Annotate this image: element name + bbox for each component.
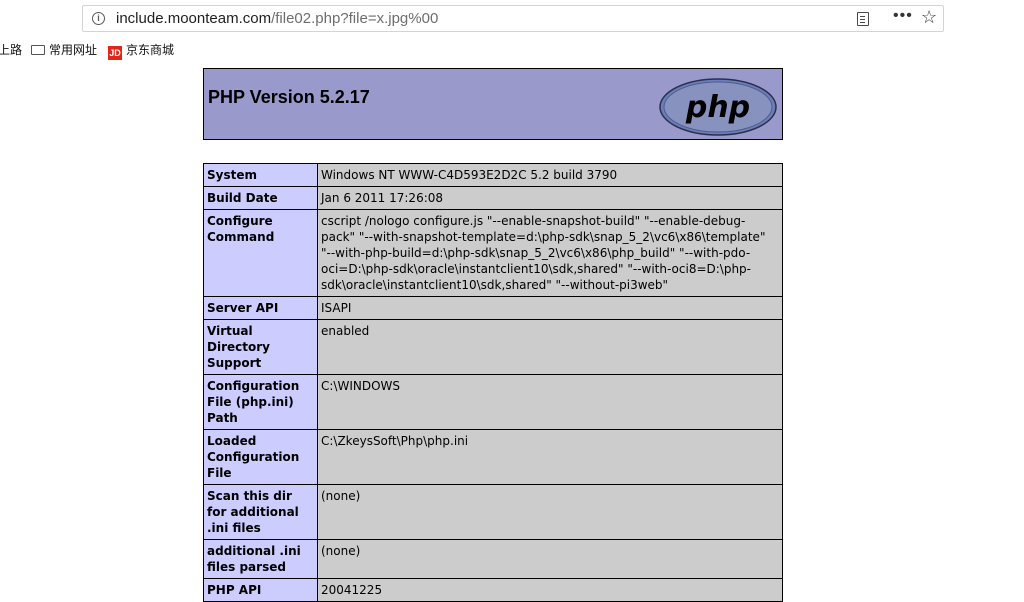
reader-view-icon[interactable] [857,12,869,26]
table-row: Configure Command cscript /nologo configu… [203,209,783,297]
row-key: System [203,163,318,187]
row-value: enabled [317,319,783,375]
url-host: include.moonteam.com [116,10,272,27]
row-value: Windows NT WWW-C4D593E2D2C 5.2 build 379… [317,163,783,187]
row-key: Virtual Directory Support [203,319,318,375]
row-value: C:\WINDOWS [317,374,783,430]
table-row: Virtual Directory Support enabled [203,319,783,375]
table-row: Server API ISAPI [203,296,783,320]
table-row: Loaded Configuration File C:\ZkeysSoft\Ph… [203,429,783,485]
url-path: /file02.php?file=x.jpg%00 [271,10,439,27]
php-logo-text: php [685,90,750,125]
jd-icon: JD [108,46,122,60]
bookmark-label: 常用网址 [49,43,98,57]
bookmarks-bar: 上路 常用网址 JD 京东商城 [0,37,1024,61]
row-value: cscript /nologo configure.js "--enable-s… [317,209,783,297]
row-value: 20041225 [317,578,783,602]
row-value: C:\ZkeysSoft\Php\php.ini [317,429,783,485]
row-key: Configuration File (php.ini) Path [203,374,318,430]
row-key: Loaded Configuration File [203,429,318,485]
bookmark-item[interactable]: JD 京东商城 [108,41,174,60]
table-row: System Windows NT WWW-C4D593E2D2C 5.2 bui… [203,163,783,187]
row-value: (none) [317,484,783,540]
table-row: Scan this dir for additional .ini files(… [203,484,783,540]
bookmark-item[interactable]: 上路 [0,41,22,58]
table-row: Configuration File (php.ini) Path C:\WIND… [203,374,783,430]
phpinfo-table: System Windows NT WWW-C4D593E2D2C 5.2 bui… [203,163,783,602]
url-text[interactable]: include.moonteam.com/file02.php?file=x.j… [116,10,438,27]
bookmark-label: 京东商城 [126,43,175,57]
row-key: additional .ini files parsed [203,539,318,579]
row-value: (none) [317,539,783,579]
folder-icon [31,45,45,55]
table-row: PHP API 20041225 [203,578,783,602]
table-row: Build Date Jan 6 2011 17:26:08 [203,186,783,210]
php-logo[interactable]: php [658,77,778,137]
row-key: Server API [203,296,318,320]
row-key: Scan this dir for additional .ini files [203,484,318,540]
row-value: Jan 6 2011 17:26:08 [317,186,783,210]
bookmark-label: 上路 [0,43,23,57]
browser-toolbar: i include.moonteam.com/file02.php?file=x… [0,0,1024,36]
table-row: additional .ini files parsed (none) [203,539,783,579]
more-icon[interactable]: ••• [893,7,913,25]
star-icon[interactable]: ☆ [921,7,937,28]
row-key: Configure Command [203,209,318,297]
address-bar[interactable]: i include.moonteam.com/file02.php?file=x… [82,5,944,32]
bookmark-item[interactable]: 常用网址 [31,41,97,58]
row-key: PHP API [203,578,318,602]
row-key: Build Date [203,186,318,210]
info-icon[interactable]: i [92,12,105,25]
row-value: ISAPI [317,296,783,320]
phpinfo-header: PHP Version 5.2.17 php [203,68,783,140]
page-title: PHP Version 5.2.17 [208,87,370,107]
